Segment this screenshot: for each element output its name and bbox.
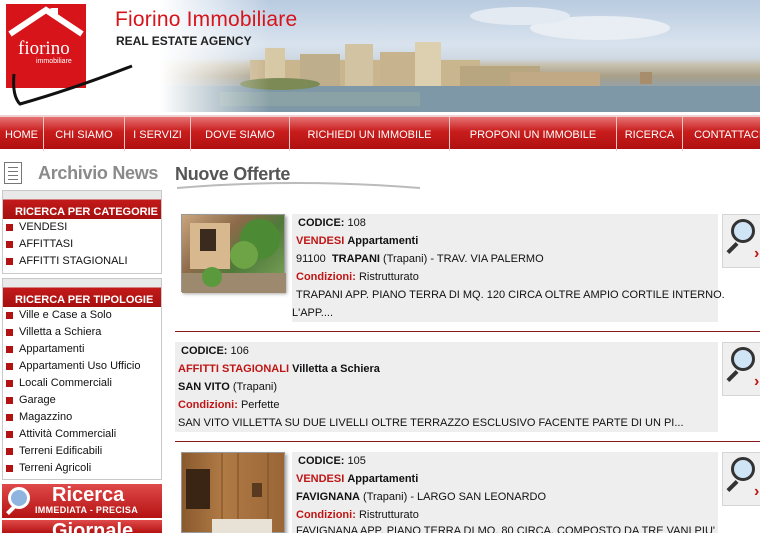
contract-type: VENDESI — [296, 473, 345, 485]
listing-photo[interactable] — [181, 214, 286, 293]
courtyard-photo — [182, 219, 286, 293]
nav-home[interactable]: HOME — [0, 117, 44, 151]
tipologia-item[interactable]: Appartamenti Uso Ufficio — [3, 358, 161, 375]
codice-label: CODICE: — [298, 217, 345, 229]
listing-photo[interactable] — [181, 452, 285, 533]
document-icon — [4, 162, 22, 184]
nav-proponi-immobile[interactable]: PROPONI UN IMMOBILE — [450, 117, 617, 151]
magnifier-icon — [731, 347, 755, 371]
nav-contattaci[interactable]: CONTATTACI — [683, 117, 760, 151]
listing-description-more: L'APP.... — [292, 307, 334, 319]
magnifier-icon — [731, 219, 755, 243]
tipologia-item[interactable]: Terreni Agricoli — [3, 460, 161, 477]
main-nav: HOME CHI SIAMO I SERVIZI DOVE SIAMO RICH… — [0, 115, 760, 151]
view-listing-button[interactable]: › — [722, 214, 760, 268]
postal-code: 91100 — [296, 253, 326, 265]
brand-title: Fiorino Immobiliare — [115, 8, 298, 31]
listing-divider — [175, 331, 760, 332]
tipologia-item[interactable]: Ville e Case a Solo — [3, 307, 161, 324]
categoria-item-affitti-stagionali[interactable]: AFFITTI STAGIONALI — [3, 253, 161, 270]
tipologia-item[interactable]: Attività Commerciali — [3, 426, 161, 443]
nav-i-servizi[interactable]: I SERVIZI — [125, 117, 191, 151]
tipologia-item[interactable]: Villetta a Schiera — [3, 324, 161, 341]
city: TRAPANI — [331, 253, 380, 265]
magnifier-icon — [731, 457, 755, 481]
view-listing-button[interactable]: › — [722, 452, 760, 506]
listing-description: FAVIGNANA APP. PIANO TERRA DI MQ. 80 CIR… — [296, 525, 715, 533]
chevron-right-icon: › — [754, 245, 760, 262]
view-listing-button[interactable]: › — [722, 342, 760, 396]
codice-value: 106 — [230, 345, 249, 357]
categoria-item-affittasi[interactable]: AFFITTASI — [3, 236, 161, 253]
categorie-heading: RICERCA PER CATEGORIE — [3, 191, 161, 219]
nav-richiedi-immobile[interactable]: RICHIEDI UN IMMOBILE — [290, 117, 450, 151]
codice-label: CODICE: — [181, 345, 228, 357]
tipologia-item[interactable]: Appartamenti — [3, 341, 161, 358]
city: FAVIGNANA — [296, 491, 360, 503]
condizioni-value: Ristrutturato — [358, 509, 419, 521]
property-type: Appartamenti — [347, 473, 419, 485]
codice-value: 105 — [347, 455, 366, 467]
tipologia-item[interactable]: Locali Commerciali — [3, 375, 161, 392]
archivio-news-heading[interactable]: Archivio News — [4, 162, 164, 186]
contract-type: VENDESI — [296, 235, 345, 247]
archivio-news-label: Archivio News — [38, 163, 159, 183]
ricerca-immediata-button[interactable]: Ricerca IMMEDIATA - PRECISA — [2, 484, 162, 518]
listing-card[interactable] — [292, 214, 718, 322]
nav-dove-siamo[interactable]: DOVE SIAMO — [191, 117, 290, 151]
codice-value: 108 — [347, 217, 366, 229]
brand-subtitle: REAL ESTATE AGENCY — [116, 34, 252, 48]
tipologia-item[interactable]: Garage — [3, 392, 161, 409]
property-type: Villetta a Schiera — [292, 363, 380, 375]
giornale-button[interactable]: Giornale — [2, 520, 162, 533]
ricerca-button-sublabel: IMMEDIATA - PRECISA — [35, 505, 139, 515]
nav-ricerca[interactable]: RICERCA — [617, 117, 683, 151]
listing-description: SAN VITO VILLETTA SU DUE LIVELLI OLTRE T… — [178, 417, 684, 429]
condizioni-label: Condizioni: — [296, 271, 356, 283]
address: - LARGO SAN LEONARDO — [410, 491, 547, 503]
address: - TRAV. VIA PALERMO — [430, 253, 544, 265]
contract-type: AFFITTI STAGIONALI — [178, 363, 290, 375]
site-header: fiorino immobiliare Fiorino Immobiliare … — [0, 0, 760, 112]
tipologie-heading: RICERCA PER TIPOLOGIE — [3, 279, 161, 307]
codice-label: CODICE: — [298, 455, 345, 467]
province: (Trapani) — [232, 381, 278, 393]
condizioni-label: Condizioni: — [296, 509, 356, 521]
condizioni-label: Condizioni: — [178, 399, 238, 411]
property-type: Appartamenti — [347, 235, 419, 247]
tipologie-box: RICERCA PER TIPOLOGIE Ville e Case a Sol… — [2, 278, 162, 480]
province: (Trapani) — [383, 253, 428, 265]
listing-description: TRAPANI APP. PIANO TERRA DI MQ. 120 CIRC… — [296, 289, 725, 301]
chevron-right-icon: › — [754, 483, 760, 500]
chevron-right-icon: › — [754, 373, 760, 390]
condizioni-value: Ristrutturato — [358, 271, 419, 283]
condizioni-value: Perfette — [240, 399, 280, 411]
ricerca-button-label: Ricerca — [52, 484, 125, 506]
city: SAN VITO — [178, 381, 230, 393]
title-swoosh-decoration — [176, 182, 421, 189]
categoria-item-vendesi[interactable]: VENDESI — [3, 219, 161, 236]
listing-divider — [175, 441, 760, 442]
nav-chi-siamo[interactable]: CHI SIAMO — [44, 117, 125, 151]
tipologia-item[interactable]: Terreni Edificabili — [3, 443, 161, 460]
categorie-box: RICERCA PER CATEGORIE VENDESI AFFITTASI … — [2, 190, 162, 274]
tipologia-item[interactable]: Magazzino — [3, 409, 161, 426]
wooden-interior-photo — [186, 453, 272, 533]
giornale-button-label: Giornale — [52, 520, 134, 533]
province: (Trapani) — [363, 491, 408, 503]
